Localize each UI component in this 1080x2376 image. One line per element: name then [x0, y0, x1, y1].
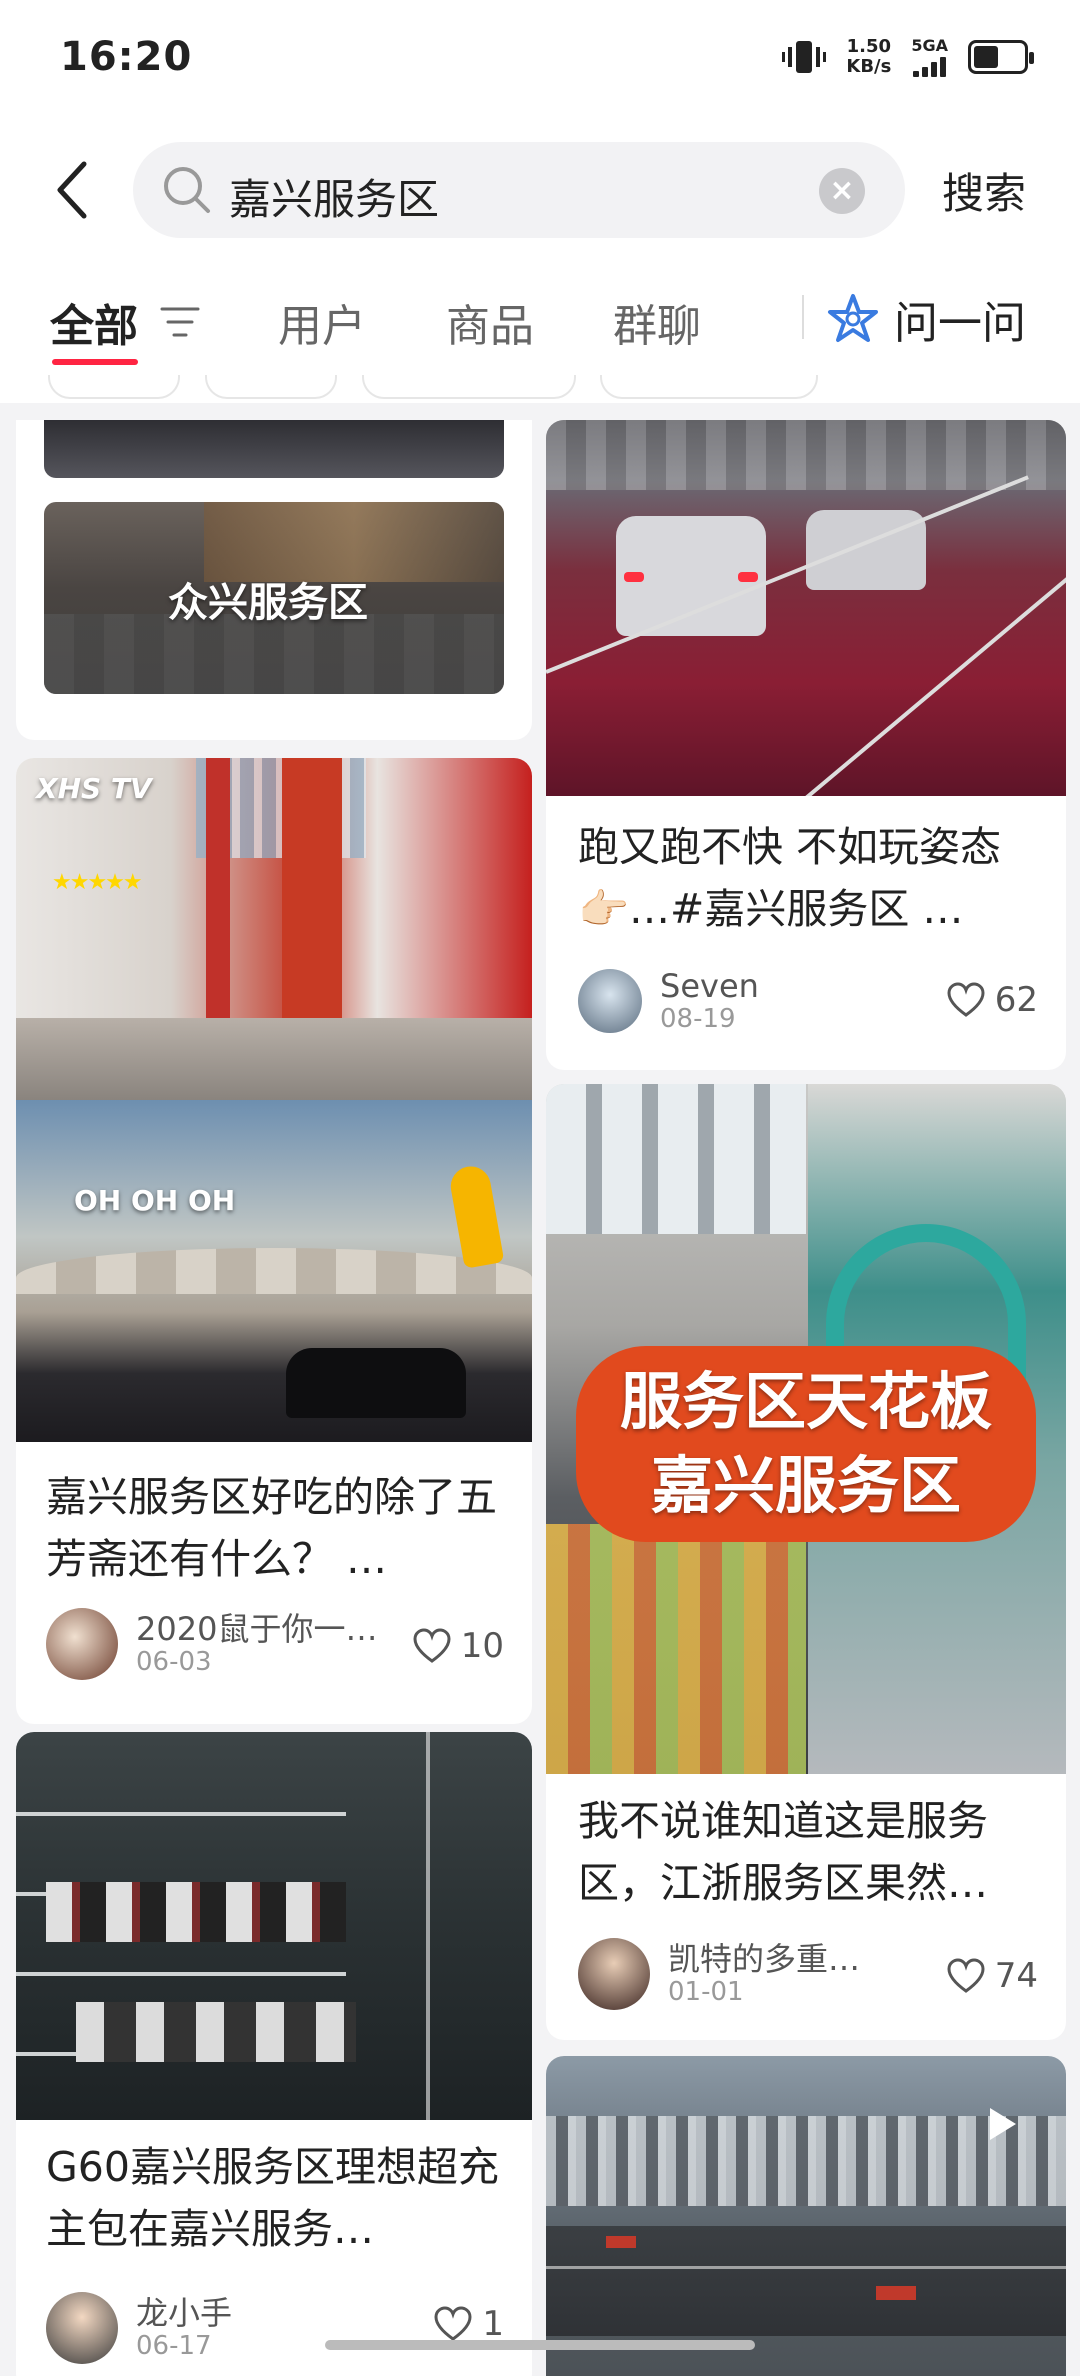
tab-all[interactable]: 全部: [50, 290, 138, 354]
like-count: 1: [482, 2304, 504, 2344]
image-banner: 服务区天花板 嘉兴服务区: [576, 1346, 1036, 1542]
filter-chip[interactable]: [600, 375, 818, 399]
vibrate-icon: [782, 40, 827, 73]
filter-chip-strip: [0, 375, 1080, 403]
back-button[interactable]: [54, 160, 90, 220]
note-image: 服务区天花板 嘉兴服务区: [546, 1084, 1066, 1774]
post-date: 06-17: [136, 2331, 212, 2361]
note-image: [16, 1732, 532, 2120]
post-date: 06-03: [136, 1647, 212, 1677]
like-count: 62: [994, 980, 1038, 1020]
note-card[interactable]: 跑又跑不快 不如玩姿态👉🏻…#嘉兴服务区 … Seven 08-19 62: [546, 420, 1066, 1070]
network-speed: 1.50 KB/s: [846, 35, 892, 77]
tab-products[interactable]: 商品: [446, 290, 534, 354]
author-name: 2020鼠于你一…: [136, 1611, 378, 1647]
like-count: 74: [994, 1956, 1038, 1996]
tab-bar: 全部 用户 商品 群聊 问一问: [0, 265, 1080, 375]
heart-icon: [947, 982, 985, 1017]
exclamation-icon: [447, 1163, 505, 1269]
signal-icon: 5GA: [911, 36, 948, 77]
post-date: 08-19: [660, 1004, 736, 1034]
play-icon: [990, 2108, 1016, 2140]
tab-group-chat[interactable]: 群聊: [613, 290, 701, 354]
search-query[interactable]: 嘉兴服务区: [229, 166, 439, 227]
note-card[interactable]: 服务区天花板 嘉兴服务区 我不说谁知道这是服务区，江浙服务区果然… 凯特的多重……: [546, 1084, 1066, 2040]
clear-icon[interactable]: ×: [819, 168, 865, 214]
back-arrow-icon: [57, 161, 87, 219]
search-input[interactable]: 嘉兴服务区 ×: [133, 142, 905, 238]
note-card[interactable]: XHS TV ★★★★★ OH OH OH 嘉兴服务区好吃的除了五芳斋还有什么？…: [16, 758, 532, 1724]
search-button[interactable]: 搜索: [942, 160, 1026, 221]
tab-users[interactable]: 用户: [278, 290, 366, 354]
filter-icon[interactable]: [160, 305, 200, 339]
ask-label: 问一问: [894, 298, 1026, 349]
like-button[interactable]: 1: [434, 2304, 504, 2344]
status-icons: 1.50 KB/s 5GA: [782, 35, 1034, 77]
avatar: [578, 969, 642, 1033]
author-name: 凯特的多重…: [668, 1941, 861, 1977]
note-author[interactable]: 2020鼠于你一… 06-03: [46, 1608, 377, 1680]
note-title: 我不说谁知道这是服务区，江浙服务区果然…: [578, 1797, 988, 1907]
filter-chip[interactable]: [48, 375, 180, 399]
like-button[interactable]: 62: [947, 980, 1038, 1020]
note-card[interactable]: 众兴服务区: [16, 420, 532, 740]
note-image: [546, 420, 1066, 796]
avatar: [46, 1608, 118, 1680]
status-bar: 16:20 1.50 KB/s 5GA: [0, 0, 1080, 120]
note-author[interactable]: Seven 08-19: [578, 968, 759, 1034]
note-image: [546, 2056, 1066, 2376]
like-button[interactable]: 10: [413, 1626, 504, 1666]
rating-stars: ★★★★★: [52, 870, 143, 895]
home-indicator[interactable]: [325, 2340, 755, 2350]
heart-icon: [947, 1958, 985, 1993]
note-author[interactable]: 龙小手 06-17: [46, 2292, 232, 2364]
author-name: 龙小手: [136, 2295, 233, 2331]
note-title: 跑又跑不快 不如玩姿态👉🏻…#嘉兴服务区 …: [578, 823, 1002, 933]
tab-divider: [802, 295, 804, 339]
filter-chip[interactable]: [362, 375, 576, 399]
like-count: 10: [460, 1626, 504, 1666]
search-header: 嘉兴服务区 × 搜索: [0, 120, 1080, 265]
avatar: [46, 2292, 118, 2364]
heart-icon: [434, 2306, 472, 2341]
battery-icon: [968, 39, 1034, 74]
note-image: [44, 420, 504, 478]
image-overlay-text: 众兴服务区: [168, 580, 368, 626]
note-image: XHS TV ★★★★★: [16, 758, 532, 1100]
like-button[interactable]: 74: [947, 1956, 1038, 1996]
search-icon: [164, 167, 210, 213]
filter-chip[interactable]: [205, 375, 337, 399]
ask-button[interactable]: 问一问: [826, 287, 1026, 351]
note-image: 众兴服务区: [44, 502, 504, 694]
note-image: OH OH OH: [16, 1100, 532, 1442]
note-title: G60嘉兴服务区理想超充 主包在嘉兴服务…: [46, 2143, 499, 2253]
note-card[interactable]: G60嘉兴服务区理想超充 主包在嘉兴服务… 龙小手 06-17 1: [16, 1732, 532, 2376]
note-author[interactable]: 凯特的多重… 01-01: [578, 1938, 860, 2010]
note-card[interactable]: [546, 2056, 1066, 2376]
heart-icon: [413, 1628, 451, 1663]
status-time: 16:20: [60, 34, 193, 80]
note-title: 嘉兴服务区好吃的除了五芳斋还有什么？ …: [46, 1473, 497, 1583]
avatar: [578, 1938, 650, 2010]
post-date: 01-01: [668, 1977, 744, 2007]
image-caption: OH OH OH: [74, 1184, 236, 1217]
author-name: Seven: [660, 968, 759, 1004]
ai-sparkle-icon: [828, 294, 878, 342]
active-tab-indicator: [52, 359, 138, 365]
xhs-tv-label: XHS TV: [36, 772, 152, 805]
